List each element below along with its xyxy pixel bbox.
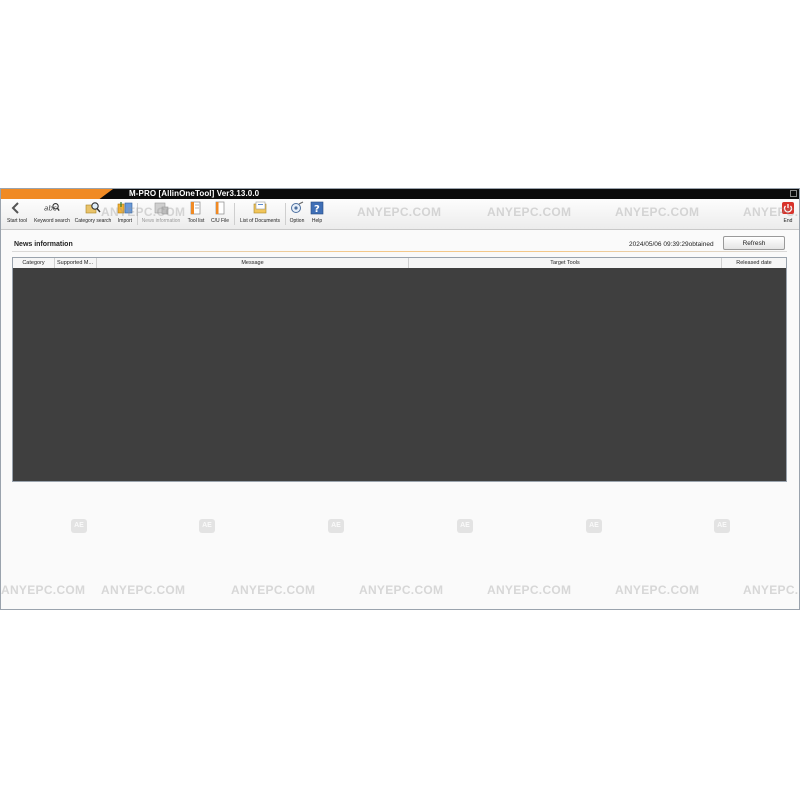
toolbar-separator [234, 203, 235, 225]
watermark-badge: AE [457, 519, 473, 533]
news-table: Category Supported M... Message Target T… [12, 257, 787, 482]
list-of-documents-label: List of Documents [239, 218, 281, 224]
file-icon [212, 201, 228, 215]
watermark-badge: AE [71, 519, 87, 533]
svg-text:?: ? [314, 204, 320, 215]
list-of-documents-button[interactable]: List of Documents [238, 201, 282, 227]
power-icon [780, 201, 796, 215]
back-arrow-icon [9, 201, 25, 215]
import-button[interactable]: Import [115, 201, 135, 227]
watermark-badge: AE [586, 519, 602, 533]
refresh-button[interactable]: Refresh [723, 236, 785, 250]
column-header-released-date[interactable]: Released date [722, 258, 786, 268]
help-button[interactable]: ? Help [309, 201, 325, 227]
column-header-target-tools[interactable]: Target Tools [409, 258, 722, 268]
end-label: End [783, 218, 793, 224]
toolbar: Start tool abc Keyword search Category s… [1, 199, 799, 230]
watermark-badge: AE [714, 519, 730, 533]
news-information-title: News information [14, 241, 73, 248]
documents-icon [252, 201, 268, 215]
cu-file-label: C/U File [210, 218, 230, 224]
tool-list-icon [188, 201, 204, 215]
tool-list-label: Tool list [187, 218, 205, 224]
column-header-category[interactable]: Category [13, 258, 55, 268]
news-panel: News information 2024/05/06 09:39:29obta… [1, 230, 799, 609]
start-tool-button[interactable]: Start tool [5, 201, 29, 227]
title-bar[interactable]: M-PRO [AllinOneTool] Ver3.13.0.0 [1, 189, 799, 199]
news-information-label: News information [141, 218, 181, 224]
keyword-search-button[interactable]: abc Keyword search [33, 201, 71, 227]
help-icon: ? [309, 201, 325, 215]
column-header-supported-models[interactable]: Supported M... [55, 258, 97, 268]
watermark-badge: AE [199, 519, 215, 533]
cu-file-button[interactable]: C/U File [209, 201, 231, 227]
import-icon [117, 201, 133, 215]
news-icon [153, 201, 169, 215]
obtained-timestamp: 2024/05/06 09:39:29obtained [629, 241, 714, 248]
news-information-button[interactable]: News information [140, 201, 182, 227]
folder-search-icon [85, 201, 101, 215]
column-header-message[interactable]: Message [97, 258, 409, 268]
window-title: M-PRO [AllinOneTool] Ver3.13.0.0 [129, 189, 260, 198]
news-table-body[interactable] [13, 268, 786, 481]
start-tool-label: Start tool [6, 218, 27, 224]
svg-text:abc: abc [44, 204, 57, 213]
option-label: Option [289, 218, 305, 224]
app-window: M-PRO [AllinOneTool] Ver3.13.0.0 Start t… [0, 188, 800, 610]
title-accent [1, 189, 113, 199]
toolbar-separator [137, 203, 138, 225]
import-label: Import [117, 218, 133, 224]
watermark-badge: AE [328, 519, 344, 533]
keyword-search-label: Keyword search [34, 218, 70, 224]
end-button[interactable]: End [780, 201, 796, 227]
abc-search-icon: abc [44, 201, 60, 215]
category-search-label: Category search [74, 218, 112, 224]
option-button[interactable]: Option [288, 201, 306, 227]
help-label: Help [311, 218, 323, 224]
toolbar-separator [285, 203, 286, 225]
news-title-underline [12, 251, 787, 252]
option-icon [289, 201, 305, 215]
window-control[interactable] [790, 190, 797, 197]
category-search-button[interactable]: Category search [74, 201, 112, 227]
tool-list-button[interactable]: Tool list [185, 201, 207, 227]
